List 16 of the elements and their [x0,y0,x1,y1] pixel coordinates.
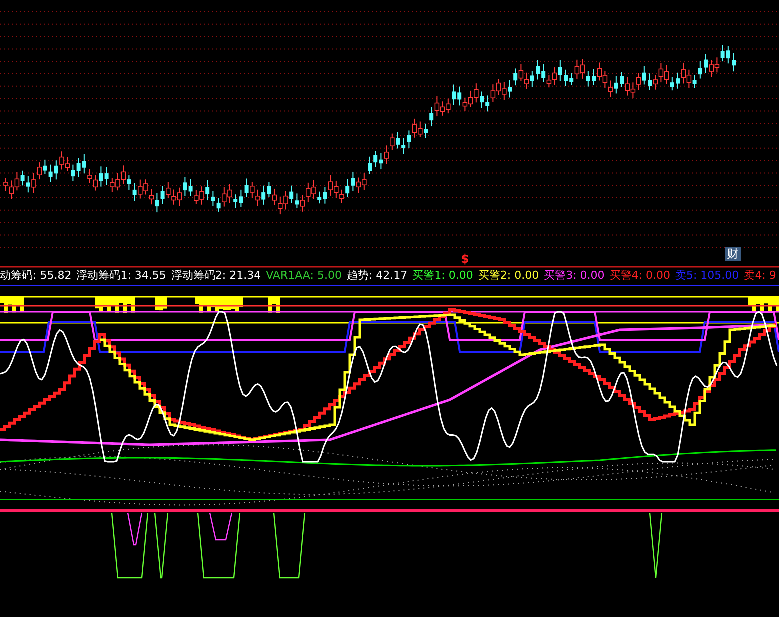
legend-value: 浮动筹码2: 21.34 [171,268,262,284]
finance-badge: 财 [725,247,741,261]
candlestick [732,52,736,72]
legend-value: 买警3: 0.00 [544,268,605,284]
legend-value: 趋势: 42.17 [346,268,408,284]
legend-value: 浮动筹码1: 34.55 [76,268,166,284]
legend-value: 动筹码: 55.82 [0,268,72,284]
signal-marker: $ [461,252,470,266]
legend-value: 买警2: 0.00 [478,268,540,284]
candlestick [536,60,540,80]
legend-value: 卖5: 105.00 [675,268,740,284]
legend-value: VAR1AA: 5.00 [266,268,342,284]
candlestick [564,69,568,87]
legend-value: 卖4: 9 [744,268,776,284]
legend-value: 买警4: 0.00 [610,268,670,284]
legend-value: 买警1: 0.00 [412,268,474,284]
